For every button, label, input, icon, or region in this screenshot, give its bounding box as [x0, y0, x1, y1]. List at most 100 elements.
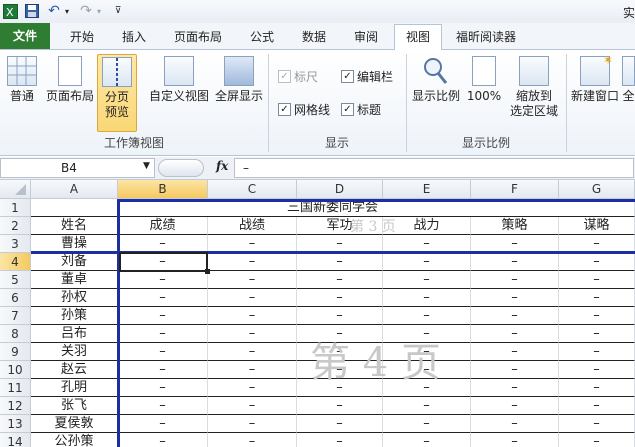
score-cell[interactable]: – — [208, 271, 297, 289]
column-header-d[interactable]: D — [297, 180, 383, 199]
zoom-button[interactable]: 显示比例 — [410, 56, 462, 104]
score-cell[interactable]: – — [118, 397, 208, 415]
row-header-1[interactable]: 1 — [0, 199, 31, 217]
formula-bar-splitter[interactable] — [158, 159, 204, 177]
score-cell[interactable]: – — [208, 307, 297, 325]
score-cell[interactable]: – — [118, 271, 208, 289]
tab-file[interactable]: 文件 — [0, 23, 50, 49]
custom-views-button[interactable]: 自定义视图 — [148, 56, 210, 104]
score-cell[interactable]: – — [297, 379, 383, 397]
row-header-3[interactable]: 3 — [0, 235, 31, 253]
redo-icon[interactable]: ↷ — [78, 3, 94, 19]
score-cell[interactable]: – — [118, 379, 208, 397]
row-header-6[interactable]: 6 — [0, 289, 31, 307]
score-cell[interactable]: – — [208, 343, 297, 361]
score-cell[interactable]: – — [118, 433, 208, 447]
score-cell[interactable]: – — [208, 415, 297, 433]
header-cell[interactable]: 军功 — [297, 217, 383, 235]
headings-checkbox[interactable]: ✓ 标题 — [341, 101, 381, 118]
score-cell[interactable]: – — [383, 433, 471, 447]
header-cell[interactable]: 战力 — [383, 217, 471, 235]
row-header-7[interactable]: 7 — [0, 307, 31, 325]
zoom-100-button[interactable]: 100% — [464, 56, 504, 104]
score-cell[interactable]: – — [471, 379, 559, 397]
score-cell[interactable]: – — [559, 379, 635, 397]
score-cell[interactable]: – — [383, 271, 471, 289]
score-cell[interactable]: – — [118, 343, 208, 361]
name-cell[interactable]: 吕布 — [31, 325, 118, 343]
score-cell[interactable]: – — [471, 415, 559, 433]
score-cell[interactable]: – — [118, 415, 208, 433]
active-cell-b4[interactable] — [119, 252, 208, 272]
page-break-top[interactable] — [117, 199, 635, 202]
score-cell[interactable]: – — [559, 253, 635, 271]
tab-foxit[interactable]: 福昕阅读器 — [446, 25, 526, 49]
score-cell[interactable]: – — [559, 307, 635, 325]
row-header-2[interactable]: 2 — [0, 217, 31, 235]
tab-review[interactable]: 审阅 — [342, 25, 390, 49]
score-cell[interactable]: – — [471, 325, 559, 343]
score-cell[interactable]: – — [559, 343, 635, 361]
select-all-corner[interactable] — [0, 180, 31, 199]
header-cell[interactable]: 谋略 — [559, 217, 635, 235]
column-header-f[interactable]: F — [471, 180, 559, 199]
score-cell[interactable]: – — [383, 397, 471, 415]
score-cell[interactable]: – — [383, 379, 471, 397]
name-cell[interactable]: 孔明 — [31, 379, 118, 397]
score-cell[interactable]: – — [471, 361, 559, 379]
score-cell[interactable]: – — [297, 361, 383, 379]
score-cell[interactable]: – — [471, 397, 559, 415]
score-cell[interactable]: – — [297, 253, 383, 271]
page-break-preview-button[interactable]: 分页 预览 — [97, 54, 137, 132]
column-header-e[interactable]: E — [383, 180, 471, 199]
tab-formulas[interactable]: 公式 — [238, 25, 286, 49]
name-cell[interactable]: 关羽 — [31, 343, 118, 361]
name-cell[interactable]: 刘备 — [31, 253, 118, 271]
score-cell[interactable]: – — [297, 415, 383, 433]
score-cell[interactable]: – — [118, 361, 208, 379]
score-cell[interactable]: – — [297, 271, 383, 289]
formula-bar-checkbox[interactable]: ✓ 编辑栏 — [341, 68, 393, 85]
score-cell[interactable]: – — [297, 325, 383, 343]
name-box[interactable]: B4 — [0, 158, 155, 178]
function-icon[interactable]: fx — [216, 159, 228, 173]
score-cell[interactable]: – — [383, 325, 471, 343]
score-cell[interactable]: – — [471, 253, 559, 271]
save-icon[interactable] — [24, 3, 40, 19]
score-cell[interactable]: – — [559, 397, 635, 415]
row-header-5[interactable]: 5 — [0, 271, 31, 289]
score-cell[interactable]: – — [471, 307, 559, 325]
score-cell[interactable]: – — [297, 343, 383, 361]
name-cell[interactable]: 夏侯敦 — [31, 415, 118, 433]
name-cell[interactable]: 孙策 — [31, 307, 118, 325]
fill-handle[interactable] — [205, 269, 210, 274]
score-cell[interactable]: – — [559, 325, 635, 343]
score-cell[interactable]: – — [559, 415, 635, 433]
score-cell[interactable]: – — [297, 397, 383, 415]
row-header-4[interactable]: 4 — [0, 253, 31, 271]
name-cell[interactable]: 孙权 — [31, 289, 118, 307]
header-cell[interactable]: 姓名 — [31, 217, 118, 235]
score-cell[interactable]: – — [471, 343, 559, 361]
score-cell[interactable]: – — [471, 433, 559, 447]
tab-view[interactable]: 视图 — [394, 24, 442, 51]
score-cell[interactable]: – — [118, 289, 208, 307]
header-cell[interactable]: 策略 — [471, 217, 559, 235]
formula-input[interactable]: – — [234, 158, 634, 178]
excel-icon[interactable]: X — [2, 3, 18, 19]
name-box-dropdown-icon[interactable]: ▼ — [143, 161, 150, 171]
column-header-a[interactable]: A — [31, 180, 118, 199]
ruler-checkbox[interactable]: ✓ 标尺 — [278, 68, 318, 85]
score-cell[interactable]: – — [471, 271, 559, 289]
redo-dropdown-icon[interactable]: ▾ — [94, 3, 104, 19]
header-cell[interactable]: 成绩 — [118, 217, 208, 235]
score-cell[interactable]: – — [383, 361, 471, 379]
normal-view-button[interactable]: 普通 — [2, 56, 42, 104]
tab-page-layout[interactable]: 页面布局 — [164, 25, 232, 49]
score-cell[interactable]: – — [559, 433, 635, 447]
score-cell[interactable]: – — [559, 271, 635, 289]
column-header-c[interactable]: C — [208, 180, 297, 199]
tab-data[interactable]: 数据 — [290, 25, 338, 49]
score-cell[interactable]: – — [208, 379, 297, 397]
worksheet-grid[interactable]: ABCDEFG 1 2 3 4 5 6 7 8 9 10 11 12 13 14 三国新委同学会 姓名 成绩战… — [0, 180, 635, 447]
